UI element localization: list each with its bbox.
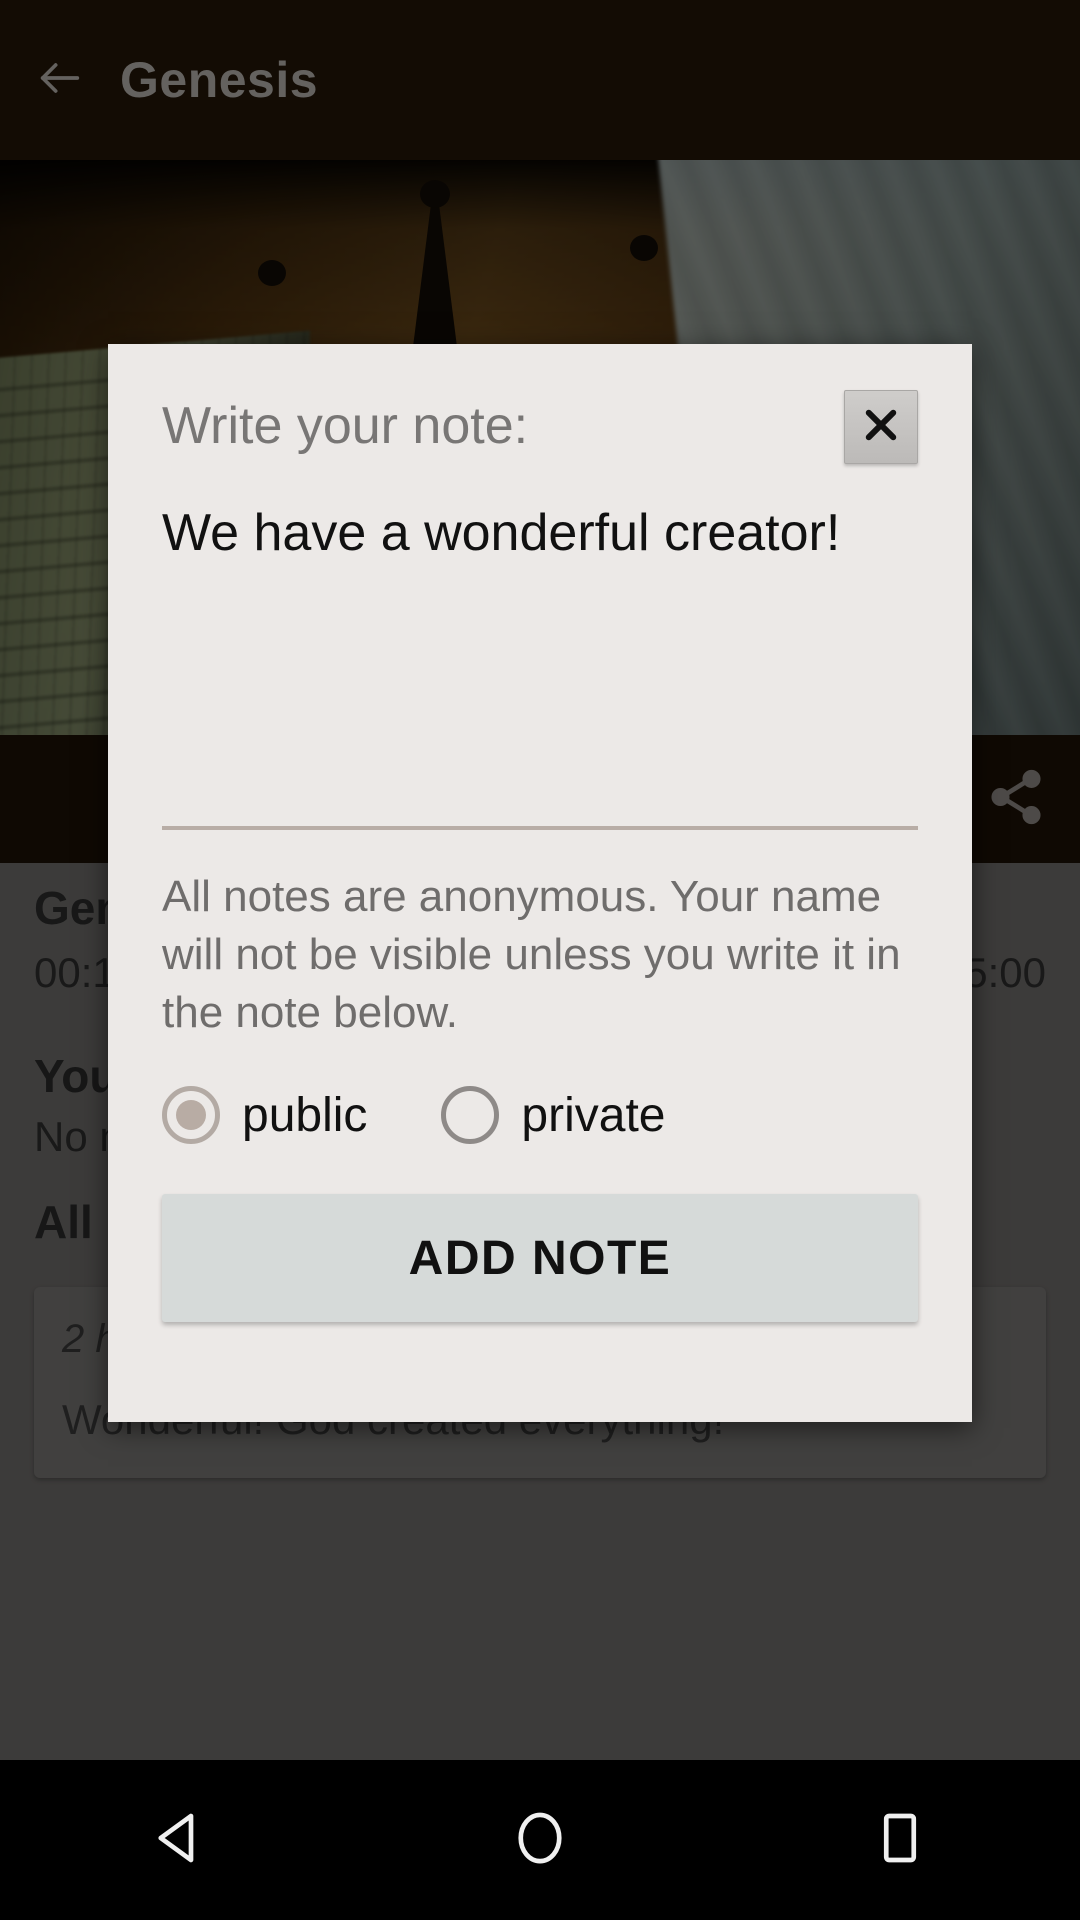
add-note-button-label: ADD NOTE — [408, 1231, 672, 1285]
note-input[interactable]: We have a wonderful creator! — [162, 502, 918, 812]
dialog-title: Write your note: — [162, 397, 529, 455]
radio-public-label: public — [242, 1088, 368, 1142]
radio-option-private[interactable]: private — [441, 1086, 666, 1145]
close-button[interactable] — [844, 390, 918, 464]
android-navigation-bar — [0, 1760, 1080, 1920]
radio-private-label: private — [521, 1088, 666, 1142]
add-note-dialog: Write your note: We have a wonderful cre… — [108, 344, 972, 1422]
visibility-radio-group: public private — [162, 1086, 918, 1145]
input-underline — [162, 826, 918, 830]
circle-home-icon — [507, 1805, 573, 1876]
triangle-back-icon — [147, 1805, 213, 1876]
phone-screen: Genesis 00:15 05:00 Your No All 2 Write … — [0, 0, 1080, 1920]
nav-recents-button[interactable] — [800, 1760, 1000, 1920]
nav-back-button[interactable] — [80, 1760, 280, 1920]
radio-option-public[interactable]: public — [162, 1086, 368, 1145]
square-recents-icon — [867, 1805, 933, 1876]
add-note-button[interactable]: ADD NOTE — [162, 1194, 918, 1323]
radio-private-icon — [441, 1086, 500, 1145]
note-input-value: We have a wonderful creator! — [162, 504, 841, 562]
dialog-header: Write your note: — [162, 390, 918, 464]
radio-public-icon — [162, 1086, 220, 1145]
close-icon — [860, 404, 902, 451]
anonymity-hint: All notes are anonymous. Your name will … — [162, 872, 901, 1038]
nav-home-button[interactable] — [440, 1760, 640, 1920]
